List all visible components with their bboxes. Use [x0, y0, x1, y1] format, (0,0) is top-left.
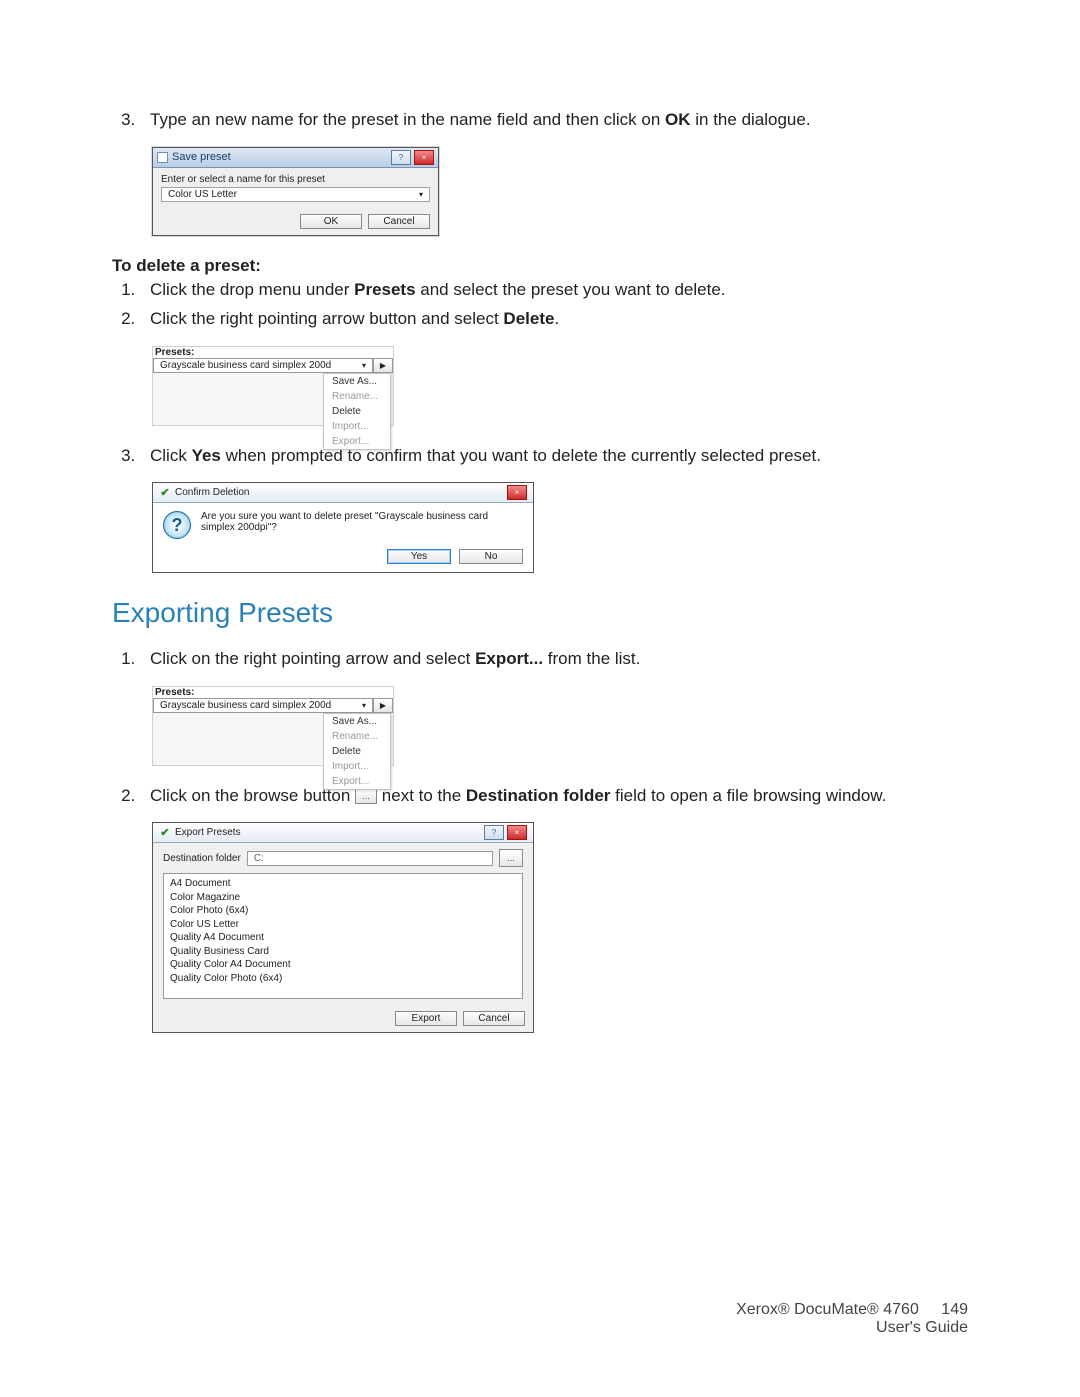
menu-delete[interactable]: Delete — [324, 404, 390, 419]
presets-panel-2: Presets: Grayscale business card simplex… — [152, 686, 394, 766]
menu-rename-2: Rename... — [324, 729, 390, 744]
menu-delete-2[interactable]: Delete — [324, 744, 390, 759]
del-s1-post: and select the preset you want to delete… — [416, 280, 726, 299]
presets-label: Presets: — [153, 347, 393, 358]
exp-s1-post: from the list. — [543, 649, 640, 668]
del-s2-post: . — [554, 309, 559, 328]
exp-s2-post: field to open a file browsing window. — [610, 786, 886, 805]
close-button[interactable]: × — [507, 485, 527, 500]
menu-export[interactable]: Export... — [324, 434, 390, 449]
menu-rename: Rename... — [324, 389, 390, 404]
presets-context-menu: Save As... Rename... Delete Import... Ex… — [323, 373, 391, 450]
cancel-button[interactable]: Cancel — [368, 214, 430, 229]
step3-ok: OK — [665, 110, 691, 129]
exporting-presets-heading: Exporting Presets — [112, 597, 968, 629]
list-item[interactable]: Quality Color A4 Document — [170, 958, 516, 972]
presets-panel: Presets: Grayscale business card simplex… — [152, 346, 394, 426]
list-item[interactable]: Quality Business Card — [170, 945, 516, 959]
destination-folder-input[interactable]: C: — [247, 851, 493, 866]
presets-arrow-button-2[interactable]: ▶ — [373, 698, 393, 713]
exp-s1-pre: Click on the right pointing arrow and se… — [150, 649, 475, 668]
confirm-title: Confirm Deletion — [175, 487, 249, 498]
page-number: 149 — [941, 1301, 968, 1319]
menu-save-as-2[interactable]: Save As... — [324, 714, 390, 729]
del-s3-pre: Click — [150, 446, 192, 465]
browse-button[interactable]: … — [499, 849, 523, 867]
presets-context-menu-2: Save As... Rename... Delete Import... Ex… — [323, 713, 391, 790]
confirm-message: Are you sure you want to delete preset "… — [201, 511, 523, 539]
menu-import-2[interactable]: Import... — [324, 759, 390, 774]
yes-button[interactable]: Yes — [387, 549, 451, 564]
menu-export-2[interactable]: Export... — [324, 774, 390, 789]
close-button[interactable]: × — [507, 825, 527, 840]
cancel-button[interactable]: Cancel — [463, 1011, 525, 1026]
browse-icon: … — [355, 788, 377, 804]
presets-dropdown[interactable]: Grayscale business card simplex 200d ▾ — [153, 358, 373, 373]
exp-s2-bold: Destination folder — [466, 786, 611, 805]
preset-name-value: Color US Letter — [168, 189, 237, 200]
help-button[interactable]: ? — [484, 825, 504, 840]
chevron-down-icon: ▾ — [362, 361, 366, 370]
confirm-deletion-dialog: ✔ Confirm Deletion × ? Are you sure you … — [152, 482, 534, 573]
help-button[interactable]: ? — [391, 150, 411, 165]
del-s2-pre: Click the right pointing arrow button an… — [150, 309, 503, 328]
step3-line: Type an new name for the preset in the n… — [112, 108, 968, 133]
list-item[interactable]: Quality Color Photo (6x4) — [170, 972, 516, 986]
step3-post: in the dialogue. — [691, 110, 811, 129]
delete-heading: To delete a preset: — [112, 254, 968, 279]
menu-import[interactable]: Import... — [324, 419, 390, 434]
list-item[interactable]: Quality A4 Document — [170, 931, 516, 945]
list-item[interactable]: Color Magazine — [170, 891, 516, 905]
exp-s1-bold: Export... — [475, 649, 543, 668]
no-button[interactable]: No — [459, 549, 523, 564]
question-icon: ? — [163, 511, 191, 539]
presets-dropdown-2[interactable]: Grayscale business card simplex 200d ▾ — [153, 698, 373, 713]
presets-selected-2: Grayscale business card simplex 200d — [160, 700, 331, 711]
list-item[interactable]: Color US Letter — [170, 918, 516, 932]
check-icon: ✔ — [159, 487, 171, 499]
close-button[interactable]: × — [414, 150, 434, 165]
del-s2-bold: Delete — [503, 309, 554, 328]
chevron-down-icon: ▾ — [419, 190, 423, 199]
list-item[interactable]: Color Photo (6x4) — [170, 904, 516, 918]
del-s3-bold: Yes — [192, 446, 221, 465]
presets-selected: Grayscale business card simplex 200d — [160, 360, 331, 371]
step3-pre: Type an new name for the preset in the n… — [150, 110, 665, 129]
ok-button[interactable]: OK — [300, 214, 362, 229]
destination-folder-label: Destination folder — [163, 853, 241, 864]
export-title: Export Presets — [175, 827, 241, 838]
export-button[interactable]: Export — [395, 1011, 457, 1026]
save-preset-instruction: Enter or select a name for this preset — [161, 174, 430, 185]
preset-name-input[interactable]: Color US Letter ▾ — [161, 187, 430, 202]
list-item[interactable]: A4 Document — [170, 877, 516, 891]
save-preset-titlebar: Save preset ? × — [153, 148, 438, 168]
export-presets-dialog: ✔ Export Presets ? × Destination folder … — [152, 822, 534, 1033]
presets-label-2: Presets: — [153, 687, 393, 698]
save-preset-dialog: Save preset ? × Enter or select a name f… — [152, 147, 439, 236]
del-s1-pre: Click the drop menu under — [150, 280, 354, 299]
save-preset-title: Save preset — [172, 151, 231, 163]
confirm-titlebar: ✔ Confirm Deletion × — [153, 483, 533, 503]
export-preset-list[interactable]: A4 Document Color Magazine Color Photo (… — [163, 873, 523, 999]
menu-save-as[interactable]: Save As... — [324, 374, 390, 389]
page-footer: Xerox® DocuMate® 4760 149 User's Guide — [736, 1301, 968, 1337]
del-s3-post: when prompted to confirm that you want t… — [221, 446, 821, 465]
window-icon — [157, 152, 168, 163]
footer-product: Xerox® DocuMate® 4760 — [736, 1301, 919, 1318]
chevron-down-icon: ▾ — [362, 701, 366, 710]
del-s1-bold: Presets — [354, 280, 415, 299]
footer-guide: User's Guide — [736, 1319, 968, 1337]
export-titlebar: ✔ Export Presets ? × — [153, 823, 533, 843]
presets-arrow-button[interactable]: ▶ — [373, 358, 393, 373]
check-icon: ✔ — [159, 827, 171, 839]
